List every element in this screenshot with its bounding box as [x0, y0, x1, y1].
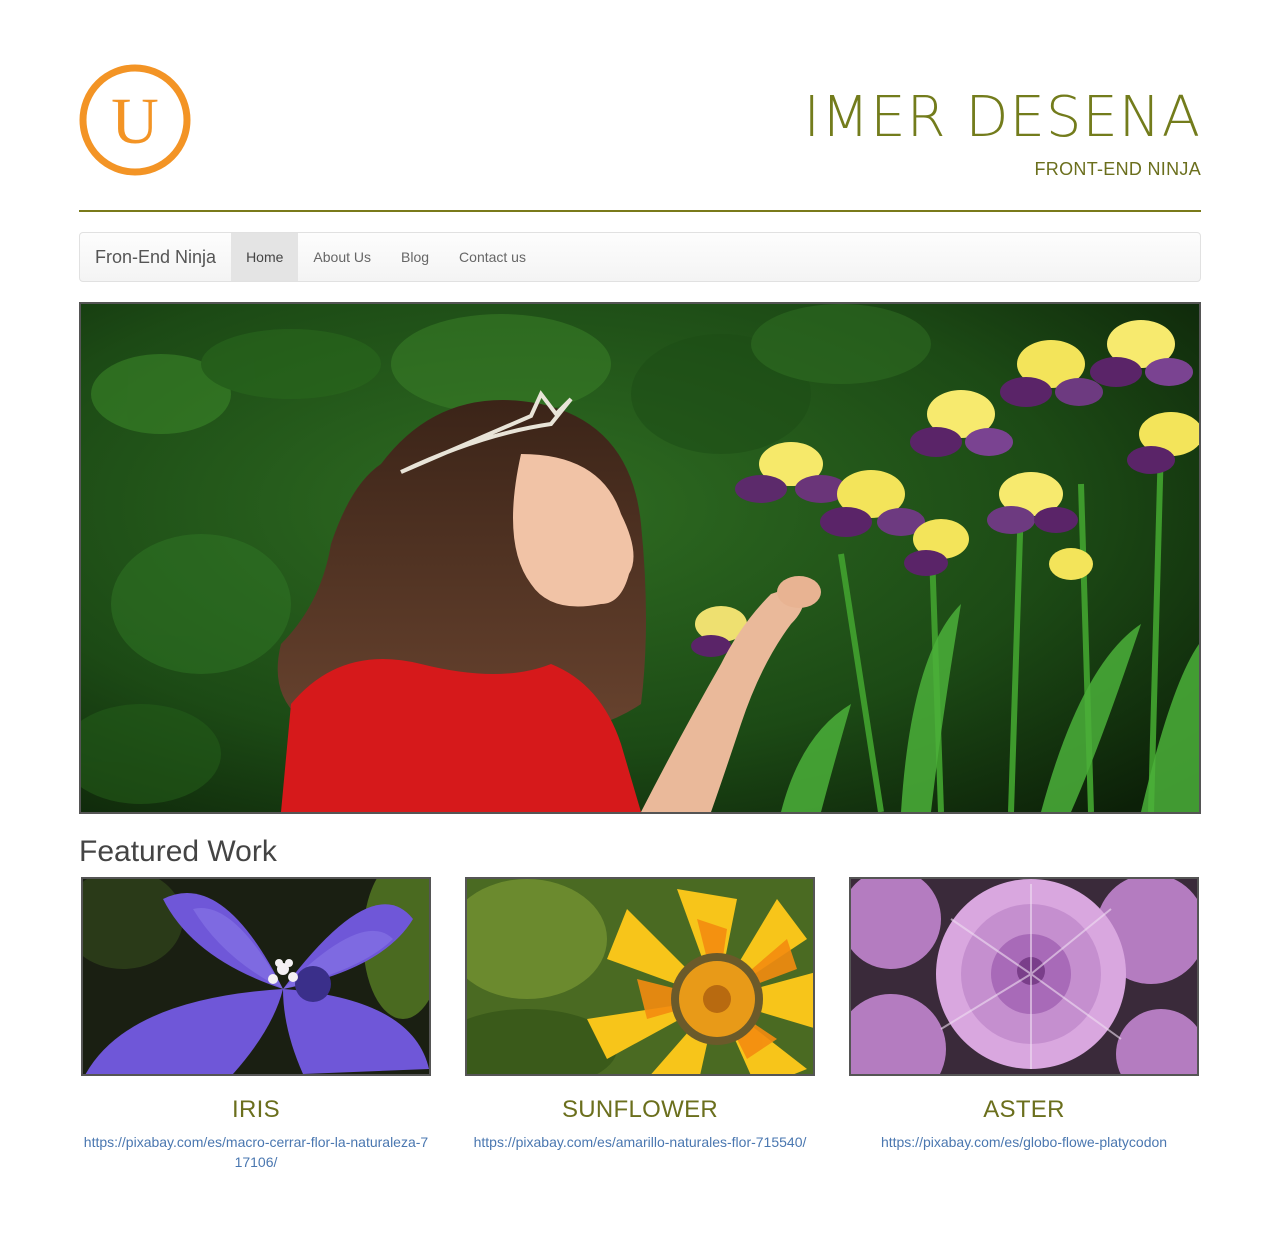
navbar-brand[interactable]: Fron-End Ninja: [80, 233, 231, 281]
featured-card-iris: IRIS https://pixabay.com/es/macro-cerrar…: [81, 877, 431, 1172]
card-title: SUNFLOWER: [561, 1096, 719, 1123]
header-divider: [79, 210, 1201, 212]
site-header: U IMER DESENA FRONT-END NINJA: [79, 64, 1201, 210]
nav-item-about-us[interactable]: About Us: [298, 233, 386, 281]
featured-cards: IRIS https://pixabay.com/es/macro-cerrar…: [79, 877, 1201, 1172]
featured-work-heading: Featured Work: [79, 835, 277, 868]
site-title: IMER DESENA: [803, 85, 1201, 150]
card-title: IRIS: [232, 1096, 280, 1123]
logo-icon[interactable]: U: [79, 64, 191, 176]
girl-with-iris-flowers-photo: [81, 304, 1199, 812]
card-source-link[interactable]: https://pixabay.com/es/globo-flowe-platy…: [849, 1132, 1199, 1152]
card-image[interactable]: [81, 877, 431, 1076]
card-image[interactable]: [465, 877, 815, 1076]
nav-item-contact-us[interactable]: Contact us: [444, 233, 541, 281]
navbar: Fron-End Ninja Home About Us Blog Contac…: [79, 232, 1201, 282]
page: U IMER DESENA FRONT-END NINJA Fron-End N…: [79, 0, 1201, 1172]
yellow-flower-photo: [467, 879, 813, 1074]
nav-item-blog[interactable]: Blog: [386, 233, 444, 281]
nav-item-home[interactable]: Home: [231, 233, 299, 281]
card-image[interactable]: [849, 877, 1199, 1076]
logo-letter: U: [111, 85, 159, 158]
pink-aster-photo: [851, 879, 1197, 1074]
hero-image: [79, 302, 1201, 814]
featured-card-aster: ASTER https://pixabay.com/es/globo-flowe…: [849, 877, 1199, 1172]
card-source-link[interactable]: https://pixabay.com/es/amarillo-naturale…: [465, 1132, 815, 1152]
card-title: ASTER: [983, 1096, 1065, 1123]
card-source-link[interactable]: https://pixabay.com/es/macro-cerrar-flor…: [81, 1132, 431, 1172]
site-subtitle: FRONT-END NINJA: [1034, 159, 1201, 179]
featured-card-sunflower: SUNFLOWER https://pixabay.com/es/amarill…: [465, 877, 815, 1172]
purple-flower-photo: [83, 879, 429, 1074]
